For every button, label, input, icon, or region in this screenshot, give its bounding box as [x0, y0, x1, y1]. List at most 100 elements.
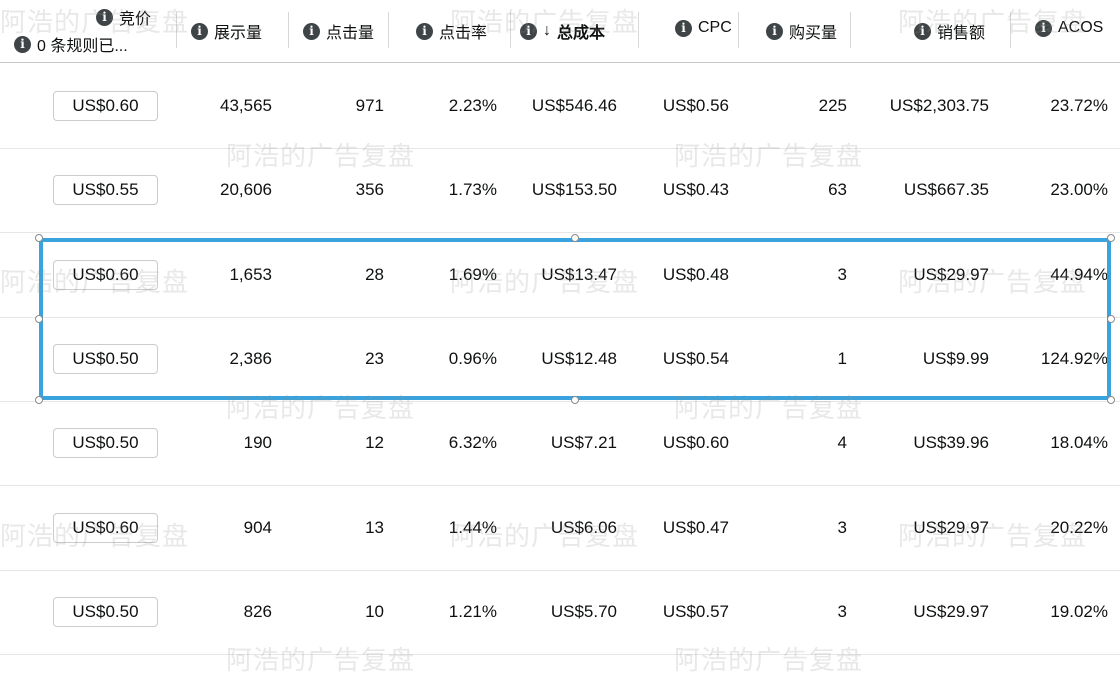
sort-descending-arrow-icon[interactable]: ↓ — [543, 22, 551, 40]
column-header-bid[interactable]: i 竞价 — [96, 5, 151, 29]
info-icon[interactable]: i — [766, 22, 783, 40]
column-divider[interactable] — [510, 12, 511, 48]
cell-cpc: US$0.54 — [662, 349, 729, 368]
cell-orders: 1 — [837, 349, 847, 368]
cell-acos: 23.72% — [1050, 96, 1108, 115]
cell-clicks: 13 — [365, 518, 384, 537]
cell-cpc: US$0.47 — [662, 518, 729, 537]
cell-clicks: 971 — [355, 96, 384, 115]
cell-clicks: 12 — [365, 433, 384, 452]
bid-input[interactable]: US$0.50 — [53, 344, 158, 374]
column-header-sales[interactable]: i 销售额 — [914, 19, 985, 43]
cell-cost: US$153.50 — [531, 180, 617, 199]
table-row[interactable]: US$0.60 1,653 28 1.69% US$13.47 US$0.48 3 US$29… — [0, 233, 1120, 318]
info-icon[interactable]: i — [416, 22, 433, 40]
cell-sales: US$2,303.75 — [889, 96, 989, 115]
column-header-orders[interactable]: i 购买量 — [766, 19, 837, 43]
table-header: i 竞价 i 0 条规则已... i 展示量 i 点击量 i 点击率 i ↓ 总… — [0, 0, 1120, 63]
cell-sales: US$667.35 — [903, 180, 989, 199]
cell-acos: 19.02% — [1050, 602, 1108, 621]
info-icon[interactable]: i — [14, 35, 31, 53]
cell-cost: US$13.47 — [541, 265, 617, 284]
column-header-total-cost[interactable]: i ↓ 总成本 — [520, 19, 605, 43]
bid-input[interactable]: US$0.60 — [53, 91, 158, 121]
column-header-acos[interactable]: i ACOS — [1035, 19, 1103, 37]
info-icon[interactable]: i — [1035, 19, 1052, 37]
cell-ctr: 2.23% — [448, 96, 497, 115]
bid-input[interactable]: US$0.60 — [53, 260, 158, 290]
column-header-impressions[interactable]: i 展示量 — [191, 19, 262, 43]
cell-orders: 225 — [818, 96, 847, 115]
column-divider[interactable] — [850, 12, 851, 48]
cell-orders: 63 — [828, 180, 847, 199]
resize-handle[interactable] — [571, 396, 579, 404]
cell-cpc: US$0.43 — [662, 180, 729, 199]
cell-sales: US$9.99 — [922, 349, 989, 368]
cell-clicks: 23 — [365, 349, 384, 368]
resize-handle[interactable] — [35, 234, 43, 242]
bid-input[interactable]: US$0.50 — [53, 428, 158, 458]
resize-handle[interactable] — [1107, 234, 1115, 242]
column-header-clicks[interactable]: i 点击量 — [303, 19, 374, 43]
resize-handle[interactable] — [1107, 396, 1115, 404]
column-divider[interactable] — [1010, 12, 1011, 48]
cell-cost: US$7.21 — [550, 433, 617, 452]
resize-handle[interactable] — [35, 396, 43, 404]
cell-clicks: 356 — [355, 180, 384, 199]
cell-ctr: 6.32% — [448, 433, 497, 452]
column-divider[interactable] — [176, 12, 177, 48]
rules-indicator[interactable]: i 0 条规则已... — [14, 32, 128, 56]
table-row[interactable]: US$0.55 20,606 356 1.73% US$153.50 US$0.43 63 U… — [0, 148, 1120, 233]
cell-ctr: 1.73% — [448, 180, 497, 199]
column-divider[interactable] — [638, 12, 639, 48]
cell-acos: 18.04% — [1050, 433, 1108, 452]
cell-cpc: US$0.56 — [662, 96, 729, 115]
column-divider[interactable] — [288, 12, 289, 48]
cell-impressions: 826 — [243, 602, 272, 621]
column-header-cpc[interactable]: i CPC — [675, 19, 732, 37]
info-icon[interactable]: i — [520, 22, 537, 40]
cell-cpc: US$0.48 — [662, 265, 729, 284]
cell-cost: US$5.70 — [550, 602, 617, 621]
cell-ctr: 1.44% — [448, 518, 497, 537]
table-row[interactable]: US$0.50 2,386 23 0.96% US$12.48 US$0.54 1 US$9.… — [0, 317, 1120, 402]
column-divider[interactable] — [388, 12, 389, 48]
cell-impressions: 190 — [243, 433, 272, 452]
cell-impressions: 904 — [243, 518, 272, 537]
cell-clicks: 28 — [365, 265, 384, 284]
cell-ctr: 1.21% — [448, 602, 497, 621]
bid-input[interactable]: US$0.55 — [53, 175, 158, 205]
cell-orders: 3 — [837, 602, 847, 621]
table-row[interactable]: US$0.60 904 13 1.44% US$6.06 US$0.47 3 US$29.97… — [0, 486, 1120, 571]
resize-handle[interactable] — [35, 315, 43, 323]
cell-impressions: 2,386 — [229, 349, 272, 368]
column-divider[interactable] — [738, 12, 739, 48]
cell-cost: US$546.46 — [531, 96, 617, 115]
cell-acos: 44.94% — [1050, 265, 1108, 284]
cell-acos: 20.22% — [1050, 518, 1108, 537]
cell-cost: US$6.06 — [550, 518, 617, 537]
cell-sales: US$29.97 — [913, 265, 989, 284]
info-icon[interactable]: i — [914, 22, 931, 40]
bid-input[interactable]: US$0.50 — [53, 597, 158, 627]
table-row[interactable]: US$0.50 826 10 1.21% US$5.70 US$0.57 3 US$29.97… — [0, 570, 1120, 655]
cell-impressions: 43,565 — [220, 96, 272, 115]
cell-cpc: US$0.60 — [662, 433, 729, 452]
table-row[interactable]: US$0.50 190 12 6.32% US$7.21 US$0.60 4 US$39.96… — [0, 401, 1120, 486]
bid-input[interactable]: US$0.60 — [53, 513, 158, 543]
resize-handle[interactable] — [571, 234, 579, 242]
cell-ctr: 0.96% — [448, 349, 497, 368]
cell-orders: 3 — [837, 518, 847, 537]
cell-acos: 124.92% — [1040, 349, 1108, 368]
info-icon[interactable]: i — [191, 22, 208, 40]
column-header-ctr[interactable]: i 点击率 — [416, 19, 487, 43]
info-icon[interactable]: i — [96, 8, 113, 26]
cell-cpc: US$0.57 — [662, 602, 729, 621]
cell-clicks: 10 — [365, 602, 384, 621]
resize-handle[interactable] — [1107, 315, 1115, 323]
info-icon[interactable]: i — [303, 22, 320, 40]
cell-impressions: 1,653 — [229, 265, 272, 284]
table-row[interactable]: US$0.60 43,565 971 2.23% US$546.46 US$0.56 225… — [0, 64, 1120, 149]
cell-sales: US$29.97 — [913, 518, 989, 537]
info-icon[interactable]: i — [675, 19, 692, 37]
